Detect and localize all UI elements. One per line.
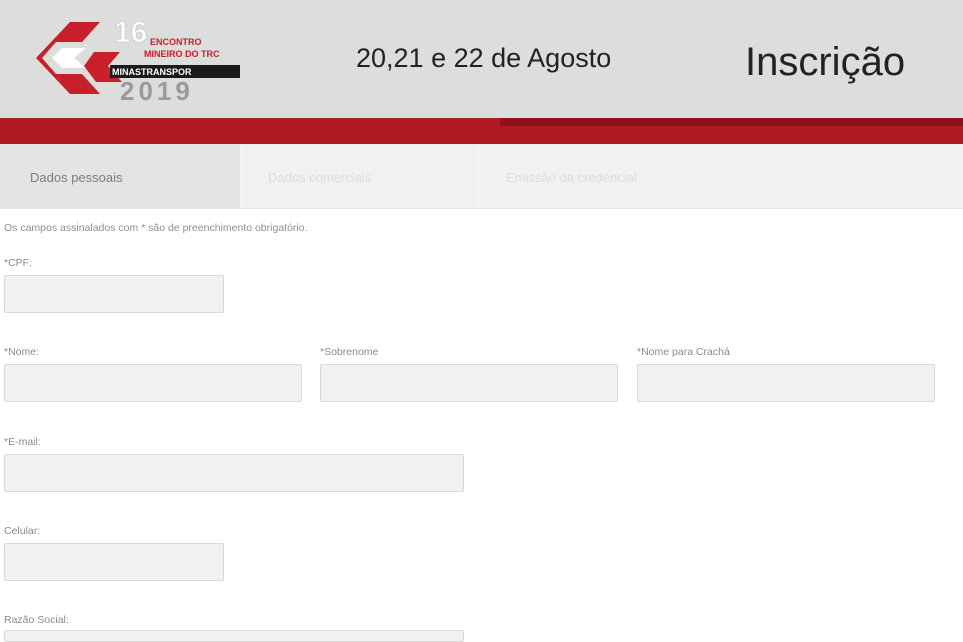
event-dates: 20,21 e 22 de Agosto	[356, 43, 612, 73]
svg-text:MINEIRO DO TRC: MINEIRO DO TRC	[144, 49, 220, 59]
tab-dados-pessoais[interactable]: Dados pessoais	[0, 144, 240, 208]
email-label: *E-mail:	[4, 436, 41, 448]
header: 16 ENCONTRO MINEIRO DO TRC MINASTRANSPOR…	[0, 0, 963, 120]
svg-text:2019: 2019	[120, 76, 194, 104]
celular-label: Celular:	[4, 525, 41, 537]
celular-field[interactable]	[4, 543, 224, 581]
cracha-field[interactable]	[637, 364, 935, 402]
header-accent-bar	[0, 118, 963, 144]
required-fields-note: Os campos assinalados com * são de preen…	[4, 222, 308, 234]
nome-field[interactable]	[4, 364, 302, 402]
logo-emblem-icon	[36, 22, 122, 94]
cpf-field[interactable]	[4, 275, 224, 313]
cpf-label: *CPF:	[4, 257, 33, 269]
sobrenome-field[interactable]	[320, 364, 618, 402]
page-title: Inscrição	[745, 40, 906, 84]
email-field[interactable]	[4, 454, 464, 492]
svg-text:ENCONTRO: ENCONTRO	[150, 37, 202, 47]
event-logo: 16 ENCONTRO MINEIRO DO TRC MINASTRANSPOR…	[36, 16, 240, 104]
cracha-label: *Nome para Crachá	[637, 346, 730, 358]
razao-social-field[interactable]	[4, 630, 464, 642]
tab-spacer	[718, 144, 963, 208]
razao-social-label: Razão Social:	[4, 614, 69, 626]
step-tabs: Dados pessoais Dados comerciais Emissão …	[0, 144, 963, 209]
svg-text:16: 16	[114, 16, 147, 49]
sobrenome-label: *Sobrenome	[320, 346, 379, 358]
nome-label: *Nome:	[4, 346, 40, 358]
tab-emissao-credencial[interactable]: Emissão da credencial	[480, 144, 716, 208]
tab-dados-comerciais[interactable]: Dados comerciais	[242, 144, 478, 208]
